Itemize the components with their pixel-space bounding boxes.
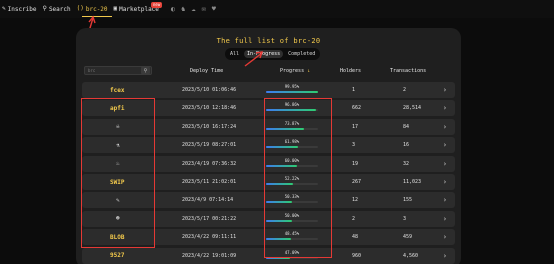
tick-name[interactable]: 9527	[110, 248, 124, 264]
column-deploy-time[interactable]: Deploy Time	[190, 68, 223, 74]
holders: 3	[352, 142, 356, 149]
progress-track	[266, 91, 318, 93]
deploy-time: 2023/5/10 01:06:46	[182, 87, 237, 93]
knight-icon[interactable]: ♞	[181, 5, 185, 13]
discord-icon[interactable]: ☁	[191, 5, 195, 13]
transactions: 2	[403, 87, 407, 93]
search-icon: ⚲	[42, 5, 47, 12]
transactions: 459	[403, 234, 413, 241]
holders: 12	[352, 197, 359, 204]
holders: 2	[352, 215, 356, 222]
transactions: 3	[403, 215, 407, 222]
chevron-right-icon[interactable]: ›	[443, 156, 447, 172]
progress-label: 99.95%	[284, 84, 300, 89]
holders: 19	[352, 160, 359, 167]
holders: 960	[352, 252, 362, 259]
deploy-time: 2023/5/19 08:27:01	[182, 142, 237, 149]
transactions: 16	[403, 142, 410, 149]
message-icon[interactable]: ✉	[202, 5, 206, 13]
chevron-right-icon[interactable]: ›	[443, 174, 447, 190]
nav-inscribe[interactable]: ✎ Inscribe	[2, 6, 37, 13]
nav-search-label: Search	[48, 5, 71, 13]
nav-inscribe-label: Inscribe	[7, 5, 37, 13]
chevron-right-icon[interactable]: ›	[443, 229, 447, 245]
table-row[interactable]: fcex 2023/5/10 01:06:46 99.95% 1 2 ›	[82, 82, 455, 98]
column-progress-label: Progress	[280, 68, 305, 74]
deploy-time: 2023/4/22 19:01:09	[182, 252, 237, 259]
github-icon[interactable]: ◐	[171, 5, 175, 13]
progress-bar: 99.95%	[266, 84, 318, 93]
annotation-arrow-tab	[244, 51, 264, 67]
nav-brc20[interactable]: () brc-20	[77, 6, 108, 13]
search-button[interactable]: ⚲	[141, 67, 150, 74]
new-badge: new	[151, 2, 163, 8]
social-links: ◐ ♞ ☁ ✉ ♥	[171, 5, 216, 13]
twitter-icon[interactable]: ♥	[212, 5, 216, 13]
holders: 662	[352, 105, 362, 112]
chevron-right-icon[interactable]: ›	[443, 192, 447, 208]
deploy-time: 2023/4/19 07:36:32	[182, 160, 237, 167]
panel-title: The full list of brc-20	[216, 37, 321, 45]
chevron-right-icon[interactable]: ›	[443, 137, 447, 153]
holders: 48	[352, 234, 359, 241]
store-icon: ▣	[113, 5, 118, 12]
chevron-right-icon[interactable]: ›	[443, 119, 447, 135]
chevron-right-icon[interactable]: ›	[443, 211, 447, 227]
tab-all[interactable]: All	[227, 50, 242, 58]
deploy-time: 2023/5/10 16:17:24	[182, 123, 237, 130]
transactions: 155	[403, 197, 413, 204]
nav-brc20-label: brc-20	[85, 5, 108, 13]
transactions: 4,560	[403, 252, 419, 259]
deploy-time: 2023/5/11 21:02:01	[182, 179, 237, 185]
tick-name[interactable]: fcex	[110, 82, 124, 98]
search-input[interactable]: brc ⚲	[84, 66, 152, 75]
annotation-box-ticks	[81, 98, 155, 248]
column-transactions[interactable]: Transactions	[390, 68, 426, 74]
transactions: 28,514	[403, 105, 422, 112]
deploy-time: 2023/4/9 07:14:14	[182, 197, 234, 204]
holders: 1	[352, 87, 356, 93]
pen-icon: ✎	[2, 5, 6, 12]
search-icon: ⚲	[143, 67, 148, 74]
holders: 17	[352, 123, 359, 130]
nav-search[interactable]: ⚲ Search	[43, 6, 71, 13]
filter-tabs: All In-Progress Completed	[225, 48, 321, 60]
deploy-time: 2023/4/22 09:11:11	[182, 234, 237, 241]
progress-fill	[266, 91, 318, 93]
chevron-right-icon[interactable]: ›	[443, 82, 447, 98]
transactions: 32	[403, 160, 410, 167]
chevron-right-icon[interactable]: ›	[443, 100, 447, 116]
column-progress[interactable]: Progress ↓	[280, 68, 310, 74]
transactions: 84	[403, 123, 410, 130]
brackets-icon: ()	[76, 5, 84, 12]
deploy-time: 2023/5/10 12:18:46	[182, 105, 237, 112]
annotation-box-progress	[264, 98, 332, 258]
holders: 267	[352, 179, 362, 185]
tab-completed[interactable]: Completed	[285, 50, 318, 58]
transactions: 11,023	[403, 179, 422, 185]
sort-down-icon: ↓	[307, 68, 311, 74]
column-holders[interactable]: Holders	[340, 68, 361, 74]
chevron-right-icon[interactable]: ›	[443, 248, 447, 264]
deploy-time: 2023/5/17 00:21:22	[182, 215, 237, 222]
search-placeholder: brc	[88, 68, 96, 73]
